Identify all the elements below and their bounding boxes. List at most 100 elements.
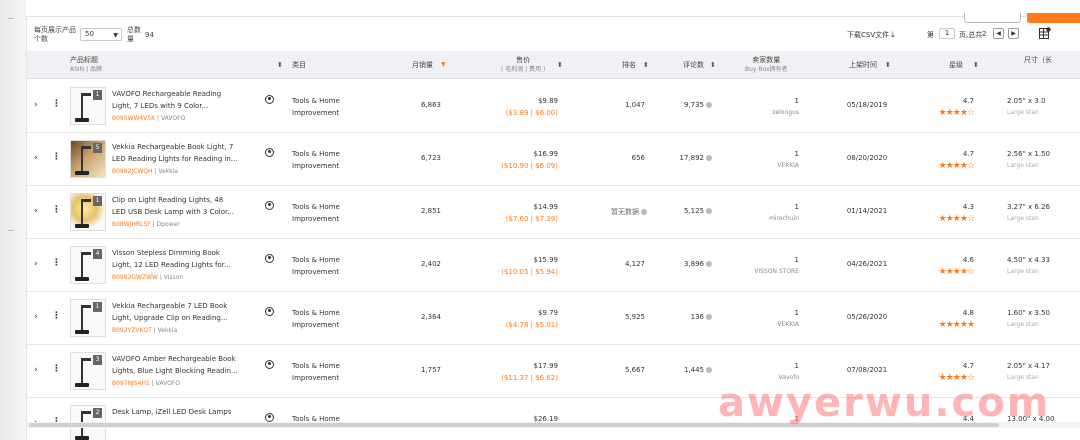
- table-row[interactable]: › ⋮ 4 Visson Stepless Dimming Book Light…: [27, 239, 1080, 292]
- per-page-select[interactable]: 50 ▼: [80, 28, 122, 41]
- product-title-line-2[interactable]: Light, 7 LEDs with 9 Color...: [112, 101, 262, 111]
- product-title-line-1[interactable]: Vekkia Rechargeable Book Light, 7: [112, 142, 262, 152]
- reviews-value: 3,896: [683, 260, 704, 268]
- info-icon[interactable]: [641, 209, 647, 215]
- info-icon[interactable]: [706, 314, 712, 320]
- rank: 656: [602, 154, 645, 162]
- table-row[interactable]: › ⋮ 1 VAVOFO Rechargeable Reading Light,…: [27, 80, 1080, 133]
- buybox-owner: VEKKIA: [777, 162, 799, 169]
- size-value: 3.27" x 6.26: [1007, 203, 1050, 211]
- size-value: 1.60" x 3.50: [1007, 309, 1050, 317]
- more-options-icon[interactable]: ⋮: [52, 258, 61, 268]
- rating-value: 4.6: [962, 256, 974, 264]
- expand-chevron-icon[interactable]: ›: [34, 259, 38, 269]
- sort-title-icon[interactable]: ⬍: [277, 61, 283, 69]
- product-size: 4.50" x 4.33 Large stan: [1007, 254, 1050, 278]
- info-icon[interactable]: [706, 208, 712, 214]
- table-row[interactable]: › ⋮ 5 Vekkia Rechargeable Book Light, 7 …: [27, 133, 1080, 186]
- expand-chevron-icon[interactable]: ›: [34, 365, 38, 375]
- thumbnail-lamp-head: [81, 305, 91, 308]
- more-options-icon[interactable]: ⋮: [52, 152, 61, 162]
- profit-fees: ($10.90 | $6.09): [501, 162, 558, 170]
- product-title-line-1[interactable]: Desk Lamp, iZell LED Desk Lamps: [112, 407, 262, 417]
- table-row[interactable]: › ⋮ 1 Clip on Light Reading Lights, 48 L…: [27, 186, 1080, 239]
- asin-link[interactable]: B0982JCWQH: [112, 168, 153, 175]
- product-thumbnail[interactable]: 1: [70, 299, 106, 337]
- more-options-icon[interactable]: ⋮: [52, 205, 61, 215]
- product-title-line-2[interactable]: Light, Upgrade Clip on Reading...: [112, 313, 262, 323]
- more-options-icon[interactable]: ⋮: [52, 364, 61, 374]
- sort-date-icon[interactable]: ⬍: [885, 61, 891, 69]
- thumbnail-lamp-arm: [81, 359, 83, 385]
- asin-link[interactable]: B08WJHRLSF: [112, 221, 151, 228]
- rank: 5,925: [602, 313, 645, 321]
- expand-chevron-icon[interactable]: ›: [34, 100, 38, 110]
- more-options-icon[interactable]: ⋮: [52, 99, 61, 109]
- monthly-sales: 2,364: [420, 313, 441, 321]
- product-thumbnail[interactable]: 1: [70, 193, 106, 231]
- asin-link[interactable]: B095WW4V5K: [112, 115, 155, 122]
- product-size: 2.56" x 1.50 Large stan: [1007, 148, 1050, 172]
- product-title-line-2[interactable]: LED USB Desk Lamp with 3 Color...: [112, 207, 262, 217]
- reviews: 17,892: [662, 154, 712, 162]
- info-icon[interactable]: [706, 155, 712, 161]
- product-title-line-1[interactable]: VAVOFO Amber Rechargeable Book: [112, 354, 262, 364]
- category-line-2: Improvement: [292, 374, 340, 382]
- sort-reviews-icon[interactable]: ⬍: [710, 61, 716, 69]
- rank-value: 4,127: [624, 260, 645, 268]
- col-reviews: 评论数: [683, 61, 704, 69]
- monthly-sales: 1,757: [420, 366, 441, 374]
- user-icon: [265, 201, 274, 210]
- product-thumbnail[interactable]: 3: [70, 352, 106, 390]
- rating: 4.7 ★★★★☆: [922, 95, 975, 119]
- size-value: 2.05" x 4.17: [1007, 362, 1050, 370]
- asin-link[interactable]: B092YZVKQT: [112, 327, 152, 334]
- asin-link[interactable]: B0982GWZWW: [112, 274, 158, 281]
- prev-page-button[interactable]: ◀: [993, 28, 1004, 39]
- expand-chevron-icon[interactable]: ›: [34, 312, 38, 322]
- category: Tools & Home Improvement: [292, 95, 362, 119]
- next-page-button[interactable]: ▶: [1008, 28, 1019, 39]
- sort-desc-icon[interactable]: ▼: [441, 61, 446, 68]
- expand-chevron-icon[interactable]: ›: [34, 153, 38, 163]
- reviews: 5,125: [662, 207, 712, 215]
- size-tier: Large stan: [1007, 215, 1039, 222]
- product-thumbnail[interactable]: 4: [70, 246, 106, 284]
- product-title-line-2[interactable]: Light, 12 LED Reading Lights for...: [112, 260, 262, 270]
- thumbnail-lamp-base: [75, 118, 89, 122]
- info-icon[interactable]: [706, 367, 712, 373]
- sort-price-icon[interactable]: ⬍: [557, 61, 563, 69]
- col-monthly-sales[interactable]: 月销量: [412, 61, 433, 70]
- asin-link[interactable]: B097NJS4H1: [112, 380, 150, 387]
- product-title-line-1[interactable]: Vekkia Rechargeable 7 LED Book: [112, 301, 262, 311]
- rating: 4.8 ★★★★★: [922, 307, 975, 331]
- rank-value: 1,047: [624, 101, 645, 109]
- asin-brand: B08WJHRLSF | Dpower: [112, 221, 180, 228]
- sort-rank-icon[interactable]: ⬍: [643, 61, 649, 69]
- download-csv-link[interactable]: 下载CSV文件 ⤓: [847, 30, 895, 40]
- product-title-line-2[interactable]: Lights, Blue Light Blocking Readin...: [112, 366, 262, 376]
- table-row[interactable]: › ⋮ 1 Vekkia Rechargeable 7 LED Book Lig…: [27, 292, 1080, 345]
- reviews: 9,735: [662, 101, 712, 109]
- thumbnail-lamp-base: [75, 330, 89, 334]
- expand-chevron-icon[interactable]: ›: [34, 206, 38, 216]
- product-thumbnail[interactable]: 5: [70, 140, 106, 178]
- product-title-line-2[interactable]: LED Reading Lights for Reading in...: [112, 154, 262, 164]
- sort-rating-icon[interactable]: ⬍: [973, 61, 979, 69]
- rating: 4.6 ★★★★☆: [922, 254, 975, 278]
- rating-value: 4.8: [962, 309, 974, 317]
- product-thumbnail[interactable]: 1: [70, 87, 106, 125]
- product-title-line-1[interactable]: Clip on Light Reading Lights, 48: [112, 195, 262, 205]
- more-options-icon[interactable]: ⋮: [52, 311, 61, 321]
- image-count-badge: 4: [93, 249, 102, 259]
- category-line-2: Improvement: [292, 321, 340, 329]
- page-number-input[interactable]: 1: [939, 28, 955, 39]
- product-title-line-1[interactable]: Visson Stepless Dimming Book: [112, 248, 262, 258]
- col-rating: 星级: [949, 61, 963, 69]
- price: $17.99 ($11.37 | $6.62): [483, 360, 558, 384]
- column-settings-icon[interactable]: [1039, 27, 1051, 39]
- info-icon[interactable]: [706, 102, 712, 108]
- rank-value: 656: [631, 154, 645, 162]
- product-title-line-1[interactable]: VAVOFO Rechargeable Reading: [112, 89, 262, 99]
- info-icon[interactable]: [706, 261, 712, 267]
